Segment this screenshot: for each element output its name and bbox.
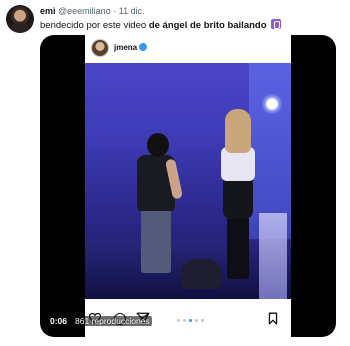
carousel-dots: [177, 319, 204, 322]
verified-badge-icon: [139, 43, 148, 51]
tweet-header: emi @eeemiliano · 11 dic.: [40, 6, 145, 16]
embedded-username-text: jmena: [114, 43, 138, 52]
embedded-instagram-post: jmena: [85, 35, 291, 337]
embedded-post-header: jmena: [85, 35, 291, 63]
tweet-text-bold: de ángel de brito bailando: [148, 20, 267, 31]
tweet-text-plain: bendecido por este video: [40, 20, 149, 31]
bookmark-icon: [268, 312, 278, 325]
header-separator: ·: [113, 6, 117, 16]
author-handle[interactable]: @eeemiliano: [58, 6, 111, 16]
stage-light: [261, 93, 283, 115]
video-view-count: 861 reproducciones: [73, 316, 152, 326]
pray-emoji-icon: [271, 19, 282, 29]
embedded-post-avatar: [91, 39, 109, 57]
avatar[interactable]: [6, 5, 34, 33]
video-elapsed-time: 0:06: [50, 316, 68, 326]
crowd-figure: [181, 259, 221, 289]
video-frame: [85, 63, 291, 299]
dancer-man: [133, 133, 184, 273]
video-overlay: 0:06 861 reproducciones: [50, 316, 152, 326]
video-player[interactable]: jmena 0:06 861 reproducciones: [40, 35, 336, 337]
tweet[interactable]: emi @eeemiliano · 11 dic. bendecido por …: [0, 0, 350, 346]
embedded-post-username: jmena: [114, 43, 148, 52]
video-table: [259, 213, 287, 299]
tweet-date[interactable]: 11 dic.: [119, 6, 145, 16]
tweet-text: bendecido por este video de ángel de bri…: [40, 19, 282, 31]
dancer-woman: [217, 109, 261, 279]
author-name[interactable]: emi: [40, 6, 56, 16]
